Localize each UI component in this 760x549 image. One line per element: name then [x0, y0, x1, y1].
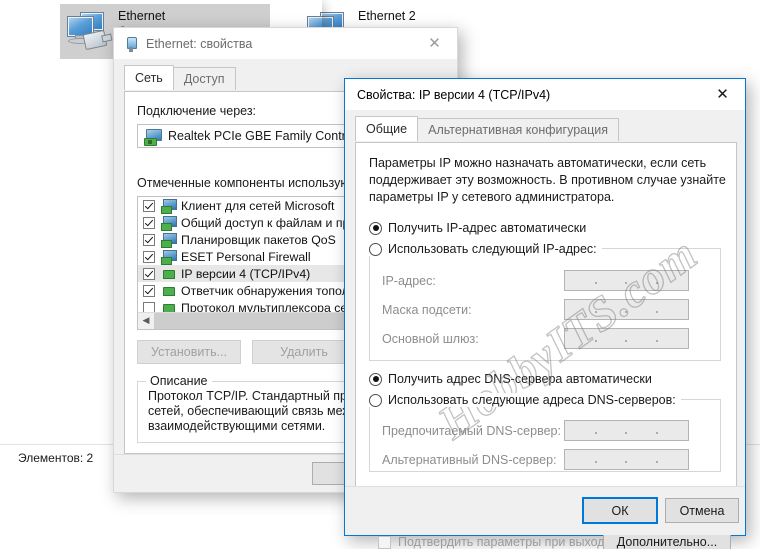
radio-indicator[interactable]	[369, 393, 382, 407]
ip-address-input[interactable]	[564, 270, 689, 291]
tab-set-label: Сеть	[135, 71, 163, 85]
ipv4-tab-pane: Параметры IP можно назначать автоматичес…	[355, 142, 737, 487]
network-properties-icon	[124, 36, 138, 52]
radio-indicator[interactable]	[369, 242, 382, 256]
validate-settings-checkbox[interactable]	[378, 535, 391, 549]
alternate-dns-label: Альтернативный DNS-сервер:	[382, 453, 557, 467]
install-button-label: Установить...	[150, 345, 228, 359]
radio-use-following-dns[interactable]: Использовать следующие адреса DNS-сервер…	[369, 393, 681, 407]
ipv4-intro-line-1: Параметры IP можно назначать автоматичес…	[369, 156, 707, 170]
network-item-name: Ethernet	[118, 9, 166, 23]
radio-use-following-ip-label: Использовать следующий IP-адрес:	[388, 242, 597, 256]
radio-obtain-dns-automatically[interactable]: Получить адрес DNS-сервера автоматически	[369, 372, 652, 386]
subnet-mask-label: Маска подсети:	[382, 303, 472, 317]
close-icon: ✕	[428, 33, 441, 52]
subnet-mask-input[interactable]	[564, 299, 689, 320]
close-icon: ✕	[716, 84, 729, 103]
ip-address-label: IP-адрес:	[382, 274, 436, 288]
component-label: Планировщик пакетов QoS	[181, 232, 336, 247]
firewall-icon	[161, 250, 177, 265]
ethernet-dialog-titlebar[interactable]: Ethernet: свойства ✕	[114, 28, 457, 59]
component-checkbox[interactable]	[143, 284, 155, 297]
radio-obtain-ip-automatically[interactable]: Получить IP-адрес автоматически	[369, 221, 586, 235]
ipv4-dialog-title: Свойства: IP версии 4 (TCP/IPv4)	[357, 87, 551, 102]
ipv4-intro-line-2: поддерживает эту возможность. В противно…	[369, 173, 726, 187]
component-checkbox[interactable]	[143, 216, 155, 229]
ethernet-dialog-title: Ethernet: свойства	[146, 36, 253, 51]
chevron-left-icon[interactable]: ◀	[138, 313, 154, 329]
qos-scheduler-icon	[161, 233, 177, 248]
ipv4-intro-line-3: параметры IP у сетевого администратора.	[369, 190, 615, 204]
install-button[interactable]: Установить...	[137, 340, 241, 364]
ipv4-cancel-label: Отмена	[679, 503, 725, 518]
network-item-2-name: Ethernet 2	[358, 9, 416, 23]
screen: Ethernet Сеть Realte Ethernet 2 ючен Эле…	[0, 0, 760, 549]
component-label: Клиент для сетей Microsoft	[181, 198, 335, 213]
validate-settings-checkbox-row[interactable]: Подтвердить параметры при выходе	[378, 535, 612, 549]
file-print-share-icon	[161, 216, 177, 231]
component-checkbox[interactable]	[143, 250, 155, 263]
adapter-name: Realtek PCIe GBE Family Controller	[168, 129, 370, 143]
tab-alternate-config-label: Альтернативная конфигурация	[428, 123, 609, 137]
radio-indicator[interactable]	[369, 372, 382, 386]
ipv4-dialog-tabstrip[interactable]: Общие Альтернативная конфигурация	[355, 116, 745, 141]
connect-through-label: Подключение через:	[137, 104, 257, 118]
protocol-icon	[161, 284, 176, 297]
validate-settings-label: Подтвердить параметры при выходе	[398, 535, 612, 549]
ethernet-dialog-close-button[interactable]: ✕	[412, 28, 457, 58]
ipv4-dialog-close-button[interactable]: ✕	[700, 79, 745, 109]
ipv4-properties-dialog[interactable]: Свойства: IP версии 4 (TCP/IPv4) ✕ Общие…	[344, 78, 746, 549]
default-gateway-label: Основной шлюз:	[382, 332, 479, 346]
tab-alternate-config[interactable]: Альтернативная конфигурация	[417, 118, 620, 141]
nic-icon	[144, 128, 162, 146]
protocol-icon	[161, 267, 176, 280]
component-checkbox[interactable]	[143, 233, 155, 246]
radio-use-following-dns-label: Использовать следующие адреса DNS-сервер…	[388, 393, 676, 407]
tab-set[interactable]: Сеть	[124, 65, 174, 90]
preferred-dns-input[interactable]	[564, 420, 689, 441]
component-label: IP версии 4 (TCP/IPv4)	[181, 266, 311, 281]
radio-obtain-dns-label: Получить адрес DNS-сервера автоматически	[388, 372, 652, 386]
component-label: ESET Personal Firewall	[181, 249, 311, 264]
network-client-icon	[161, 199, 177, 214]
component-checkbox[interactable]	[143, 199, 155, 212]
remove-button-label: Удалить	[280, 345, 328, 359]
description-group-title: Описание	[146, 374, 212, 388]
radio-indicator[interactable]	[369, 221, 382, 235]
component-checkbox[interactable]	[143, 267, 155, 280]
tab-general[interactable]: Общие	[355, 116, 419, 141]
ipv4-dialog-footer: ОК Отмена	[345, 486, 745, 535]
alternate-dns-input[interactable]	[564, 449, 689, 470]
remove-button[interactable]: Удалить	[252, 340, 356, 364]
preferred-dns-label: Предпочитаемый DNS-сервер:	[382, 424, 561, 438]
tab-access[interactable]: Доступ	[172, 67, 236, 90]
radio-obtain-ip-label: Получить IP-адрес автоматически	[388, 221, 587, 235]
ipv4-ok-button[interactable]: ОК	[582, 497, 658, 524]
status-item-count: Элементов: 2	[18, 450, 94, 465]
advanced-button-label: Дополнительно...	[616, 534, 718, 549]
tab-general-label: Общие	[366, 122, 408, 136]
tab-access-label: Доступ	[183, 72, 225, 86]
radio-use-following-ip[interactable]: Использовать следующий IP-адрес:	[369, 242, 602, 256]
ipv4-dialog-titlebar[interactable]: Свойства: IP версии 4 (TCP/IPv4) ✕	[345, 79, 745, 110]
ipv4-ok-label: ОК	[611, 503, 629, 518]
ipv4-cancel-button[interactable]: Отмена	[665, 498, 739, 523]
default-gateway-input[interactable]	[564, 328, 689, 349]
network-adapter-icon	[64, 8, 112, 52]
